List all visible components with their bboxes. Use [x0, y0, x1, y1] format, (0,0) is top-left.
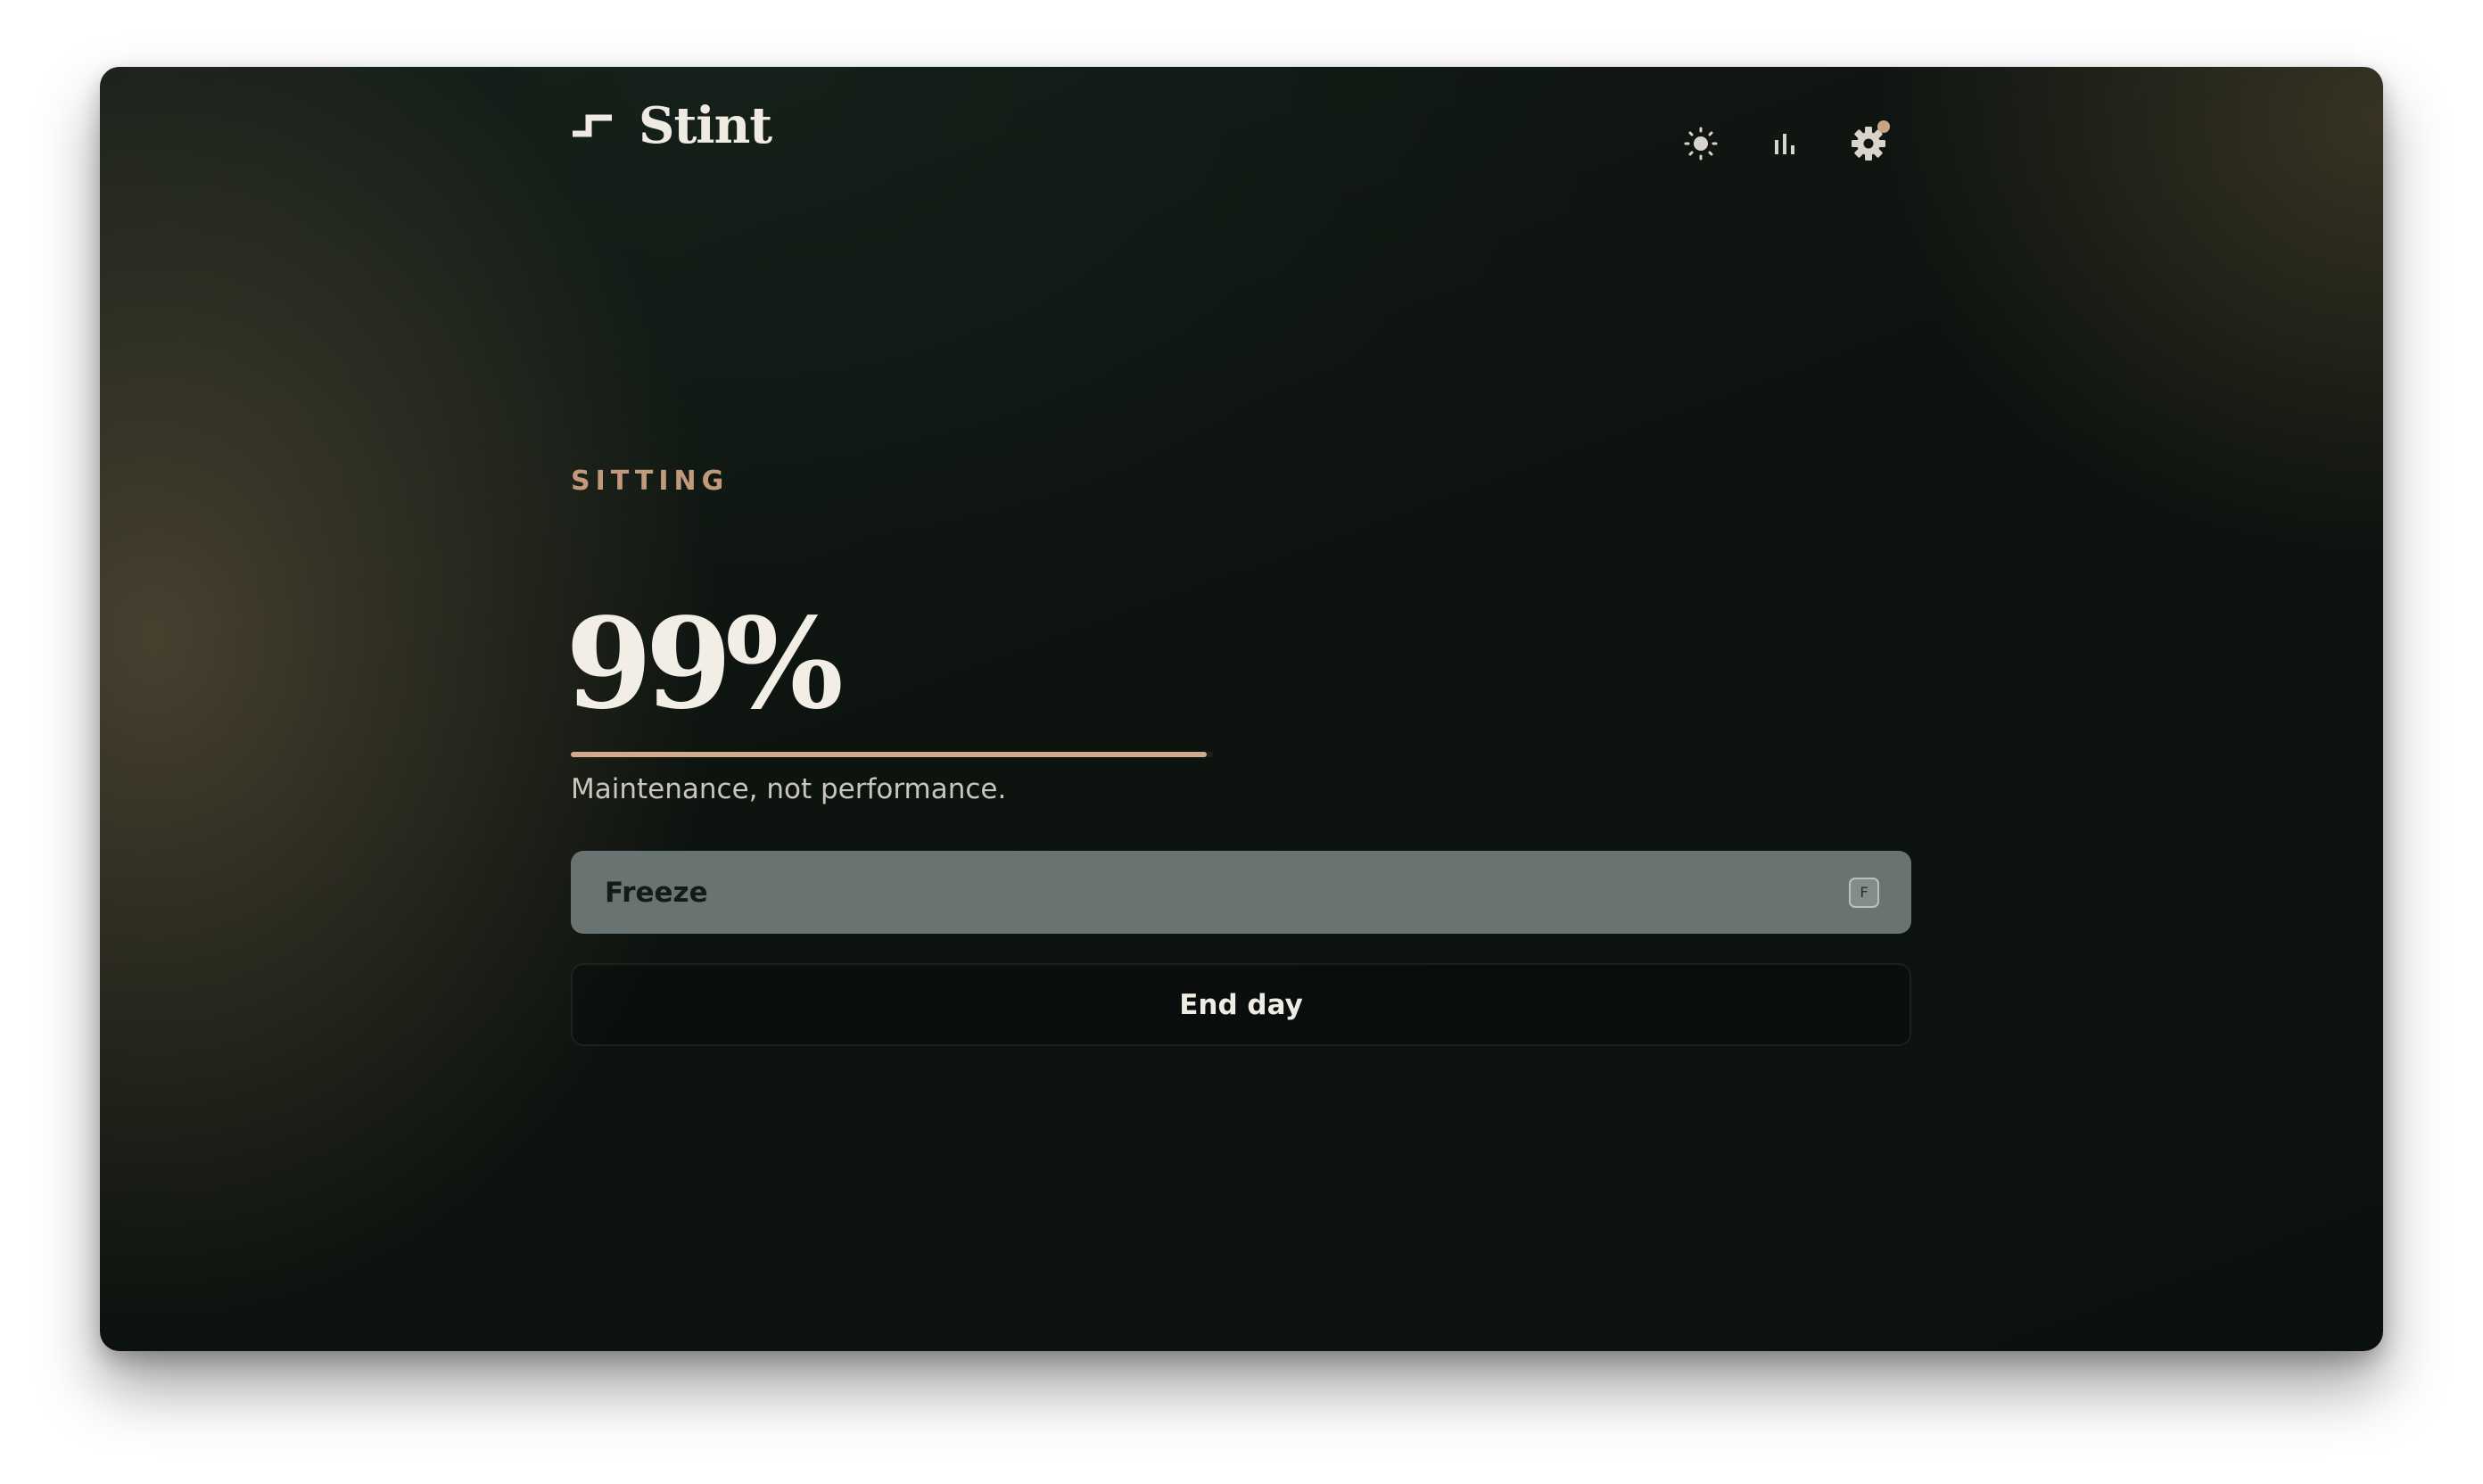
notification-dot: [1877, 120, 1890, 133]
tagline: Maintenance, not performance.: [571, 773, 1007, 805]
end-day-button[interactable]: End day: [571, 963, 1911, 1046]
bar-chart-icon: [1775, 134, 1794, 154]
theme-toggle-button[interactable]: [1674, 117, 1728, 170]
keyboard-shortcut-badge: F: [1849, 877, 1879, 908]
freeze-button[interactable]: Freeze F: [571, 851, 1911, 934]
status-label: SITTING: [571, 466, 730, 497]
sun-icon: [1684, 127, 1718, 161]
settings-button[interactable]: [1842, 117, 1895, 170]
progress-bar-fill: [571, 752, 1207, 757]
app-name: Stint: [639, 96, 772, 155]
progress-percent: 99%: [565, 591, 844, 738]
stint-logo-icon: [573, 114, 612, 137]
desktop-background: Stint SITTING 99% Maintenance, not perfo…: [0, 0, 2483, 1484]
progress-bar: [571, 752, 1213, 757]
end-day-button-label: End day: [1179, 988, 1303, 1021]
app-window: Stint SITTING 99% Maintenance, not perfo…: [100, 67, 2383, 1351]
freeze-button-label: Freeze: [605, 876, 708, 909]
header-toolbar: [1674, 115, 1895, 172]
stats-button[interactable]: [1758, 117, 1811, 170]
app-logo[interactable]: Stint: [571, 88, 772, 163]
